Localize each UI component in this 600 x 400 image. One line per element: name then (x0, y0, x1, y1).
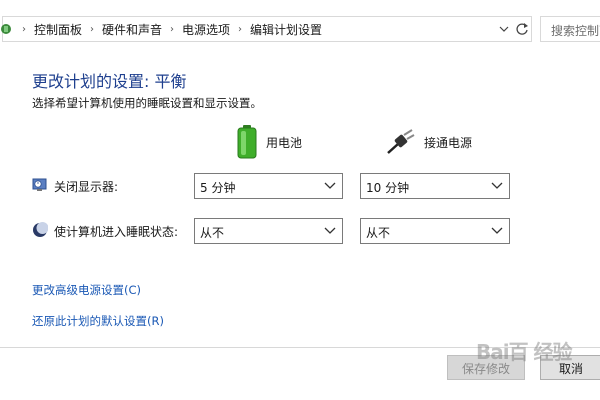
breadcrumb-hardware-sound[interactable]: 硬件和声音 (102, 21, 162, 38)
select-value: 从不 (366, 226, 391, 240)
column-header-plugged: 接通电源 (386, 122, 472, 162)
select-value: 从不 (200, 226, 225, 240)
baidu-watermark: Bai百 经验 (476, 340, 573, 364)
display-off-label: 关闭显示器: (54, 180, 119, 194)
battery-icon (237, 125, 257, 159)
control-panel-icon (1, 24, 11, 34)
page-title: 更改计划的设置: 平衡 (32, 72, 187, 91)
chevron-down-icon (324, 227, 336, 234)
breadcrumb-edit-plan[interactable]: 编辑计划设置 (250, 21, 322, 38)
select-value: 10 分钟 (366, 181, 410, 195)
chevron-down-icon (324, 182, 336, 189)
chevron-down-icon (491, 227, 503, 234)
breadcrumb-separator[interactable]: › (170, 24, 174, 35)
page-subtitle: 选择希望计算机使用的睡眠设置和显示设置。 (32, 96, 262, 110)
battery-column-label: 用电池 (266, 135, 303, 150)
moon-sleep-icon (33, 222, 48, 237)
address-bar: › 控制面板 › 硬件和声音 › 电源选项 › 编辑计划设置 搜索控制面 (0, 10, 600, 48)
refresh-icon[interactable] (513, 19, 531, 39)
sleep-battery-select[interactable]: 从不 (194, 218, 343, 244)
breadcrumb-power-options[interactable]: 电源选项 (182, 21, 230, 38)
power-plug-icon (387, 129, 415, 154)
chevron-down-icon (491, 182, 503, 189)
sleep-plugged-select[interactable]: 从不 (360, 218, 510, 244)
display-plugged-select[interactable]: 10 分钟 (360, 173, 510, 199)
column-header-battery: 用电池 (236, 122, 302, 162)
breadcrumb-control-panel[interactable]: 控制面板 (34, 21, 82, 38)
select-value: 5 分钟 (200, 181, 236, 195)
chevron-down-icon[interactable] (496, 19, 512, 39)
plugged-column-label: 接通电源 (424, 135, 473, 150)
display-battery-select[interactable]: 5 分钟 (194, 173, 343, 199)
breadcrumb-separator: › (22, 23, 26, 35)
advanced-power-settings-link[interactable]: 更改高级电源设置(C) (32, 282, 141, 298)
restore-defaults-link[interactable]: 还原此计划的默认设置(R) (32, 313, 164, 329)
breadcrumb-separator[interactable]: › (90, 24, 94, 35)
breadcrumb-separator[interactable]: › (238, 24, 242, 35)
monitor-clock-icon (32, 178, 47, 191)
search-input[interactable]: 搜索控制面 (540, 16, 600, 42)
sleep-label: 使计算机进入睡眠状态: (54, 225, 179, 239)
breadcrumb: › 控制面板 › 硬件和声音 › 电源选项 › 编辑计划设置 (14, 10, 322, 48)
